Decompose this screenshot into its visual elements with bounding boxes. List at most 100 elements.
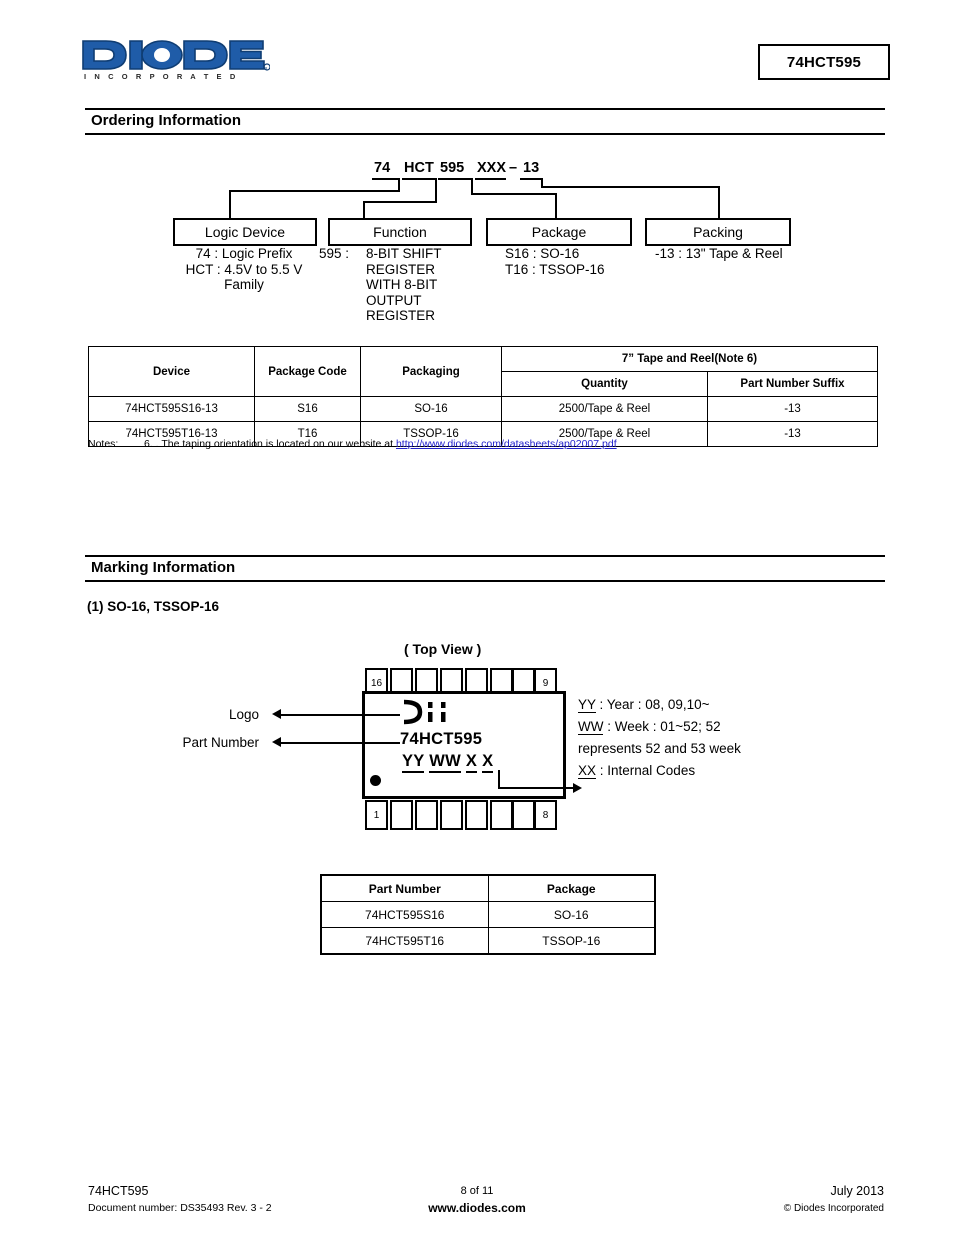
callout-part-number-label: Part Number	[182, 735, 259, 750]
code-prefix: 74	[374, 160, 391, 176]
pin-5	[465, 800, 488, 830]
chip-date-x2: X	[482, 752, 494, 773]
cell-marking-part-number: 74HCT595T16	[320, 927, 489, 955]
category-box-function: Function	[328, 218, 472, 246]
code-function: 595	[440, 160, 465, 176]
connector-function-drop	[435, 178, 437, 202]
category-desc-package: S16 : SO-16 T16 : TSSOP-16	[505, 246, 605, 277]
callout-logo-label: Logo	[228, 707, 259, 722]
chip-part-number: 74HCT595	[400, 730, 483, 748]
legend-ww-text2: represents 52 and 53 week	[578, 741, 741, 756]
header-marking-package: Package	[487, 874, 656, 902]
cell-suffix: -13	[707, 396, 878, 422]
chip-logo-icon	[403, 699, 446, 725]
cell-packaging: SO-16	[360, 396, 502, 422]
category-box-logic-device: Logic Device	[173, 218, 317, 246]
category-desc-function: 8-BIT SHIFT REGISTER WITH 8-BIT OUTPUT R…	[366, 246, 442, 323]
connector-packing-down	[718, 186, 720, 218]
notes-link[interactable]: http://www.diodes.com/datasheets/ap02007…	[396, 438, 617, 450]
cell-package-code: S16	[254, 396, 361, 422]
callout-part-number-line	[281, 742, 400, 744]
callout-part-number-arrow-icon	[272, 737, 281, 747]
pin-1-label: 1	[373, 809, 380, 821]
pin-16-label: 16	[370, 677, 383, 689]
callout-xx-run	[498, 787, 574, 789]
header-device: Device	[88, 346, 255, 397]
ordering-information-title: Ordering Information	[91, 112, 241, 129]
pin-6	[490, 800, 513, 830]
cell-marking-package: TSSOP-16	[487, 927, 656, 955]
pin-8-label: 8	[542, 809, 549, 821]
pin-9-label: 9	[542, 677, 549, 689]
marking-table: Part Number Package 74HCT595S16 SO-16 74…	[320, 874, 656, 955]
category-desc-logic-device: 74 : Logic Prefix HCT : 4.5V to 5.5 V Fa…	[185, 246, 303, 292]
marking-legend: YY : Year : 08, 09,10~ WW : Week : 01~52…	[578, 694, 741, 782]
category-desc-function-key: 595 :	[319, 246, 350, 261]
header-packaging: Packaging	[360, 346, 502, 397]
category-label-packing: Packing	[693, 224, 743, 240]
chip-date-code: YY WW X X	[402, 752, 494, 773]
diodes-logo-icon: R I N C O R P O R A T E D	[82, 40, 270, 81]
category-label-function: Function	[373, 224, 427, 240]
header-marking-part-number: Part Number	[320, 874, 489, 902]
connector-package-run	[471, 193, 556, 195]
category-label-package: Package	[531, 224, 587, 240]
connector-logic-run	[229, 190, 400, 192]
header-quantity: Quantity	[501, 371, 708, 397]
category-box-package: Package	[486, 218, 632, 246]
footer-right: July 2013 © Diodes Incorporated	[784, 1183, 884, 1217]
code-family: HCT	[404, 160, 434, 176]
pin-8: 8	[534, 800, 557, 830]
category-box-packing: Packing	[645, 218, 791, 246]
legend-yy-row: YY : Year : 08, 09,10~	[578, 694, 741, 716]
connector-packing-run	[541, 186, 719, 188]
chip-date-yy: YY	[402, 752, 425, 773]
underline-family	[402, 178, 435, 180]
logo-subtext: I N C O R P O R A T E D	[84, 72, 238, 81]
table-row: 74HCT595S16-13 S16 SO-16 2500/Tape & Ree…	[88, 396, 878, 422]
legend-ww-row: WW : Week : 01~52; 52	[578, 716, 741, 738]
category-desc-packing: -13 : 13" Tape & Reel	[655, 246, 783, 261]
callout-xx-arrow-icon	[573, 783, 582, 793]
pin-2	[390, 800, 413, 830]
category-label-logic-device: Logic Device	[204, 224, 286, 240]
cell-marking-package: SO-16	[487, 901, 656, 928]
connector-logic-down	[229, 190, 231, 218]
underline-prefix	[372, 178, 398, 180]
marking-information-header: Marking Information	[85, 555, 885, 582]
table-row: 74HCT595S16 SO-16	[320, 901, 656, 928]
header-part-number: 74HCT595	[786, 53, 862, 71]
legend-xx-key: XX	[578, 763, 597, 779]
pin-4	[440, 800, 463, 830]
callout-logo-line	[281, 714, 400, 716]
legend-xx-row: XX : Internal Codes	[578, 760, 741, 782]
legend-ww-key: WW	[578, 719, 604, 735]
header-tape-reel: 7” Tape and Reel(Note 6)	[501, 346, 878, 372]
connector-function-run	[363, 201, 437, 203]
cell-suffix: -13	[707, 421, 878, 447]
cell-marking-part-number: 74HCT595S16	[320, 901, 489, 928]
ordering-information-header: Ordering Information	[85, 108, 885, 135]
header-suffix: Part Number Suffix	[707, 371, 878, 397]
table-header-row: Device Package Code Packaging 7” Tape an…	[88, 346, 878, 397]
top-view-label: ( Top View )	[404, 641, 482, 657]
pin1-dot-icon	[370, 775, 381, 786]
legend-ww-text: : Week : 01~52; 52	[603, 719, 721, 734]
legend-yy-text: : Year : 08, 09,10~	[595, 697, 710, 712]
connector-function-down	[363, 201, 365, 218]
notes-label: Notes:	[88, 438, 119, 450]
notes-text: 6. . The taping orientation is located o…	[144, 438, 396, 450]
cell-quantity: 2500/Tape & Reel	[501, 396, 708, 422]
connector-package-down	[555, 193, 557, 218]
callout-logo-arrow-icon	[272, 709, 281, 719]
datasheet-page: R I N C O R P O R A T E D 74HCT595 Order…	[0, 0, 954, 1235]
legend-xx-text: : Internal Codes	[596, 763, 696, 778]
code-packing: 13	[523, 160, 540, 176]
footer-date: July 2013	[830, 1184, 884, 1198]
footer-copyright: © Diodes Incorporated	[783, 1203, 884, 1214]
chip-date-ww: WW	[429, 752, 461, 773]
pin-3	[415, 800, 438, 830]
header-package-code: Package Code	[254, 346, 361, 397]
marking-subhead: (1) SO-16, TSSOP-16	[87, 599, 220, 614]
table-row: 74HCT595T16 TSSOP-16	[320, 927, 656, 955]
